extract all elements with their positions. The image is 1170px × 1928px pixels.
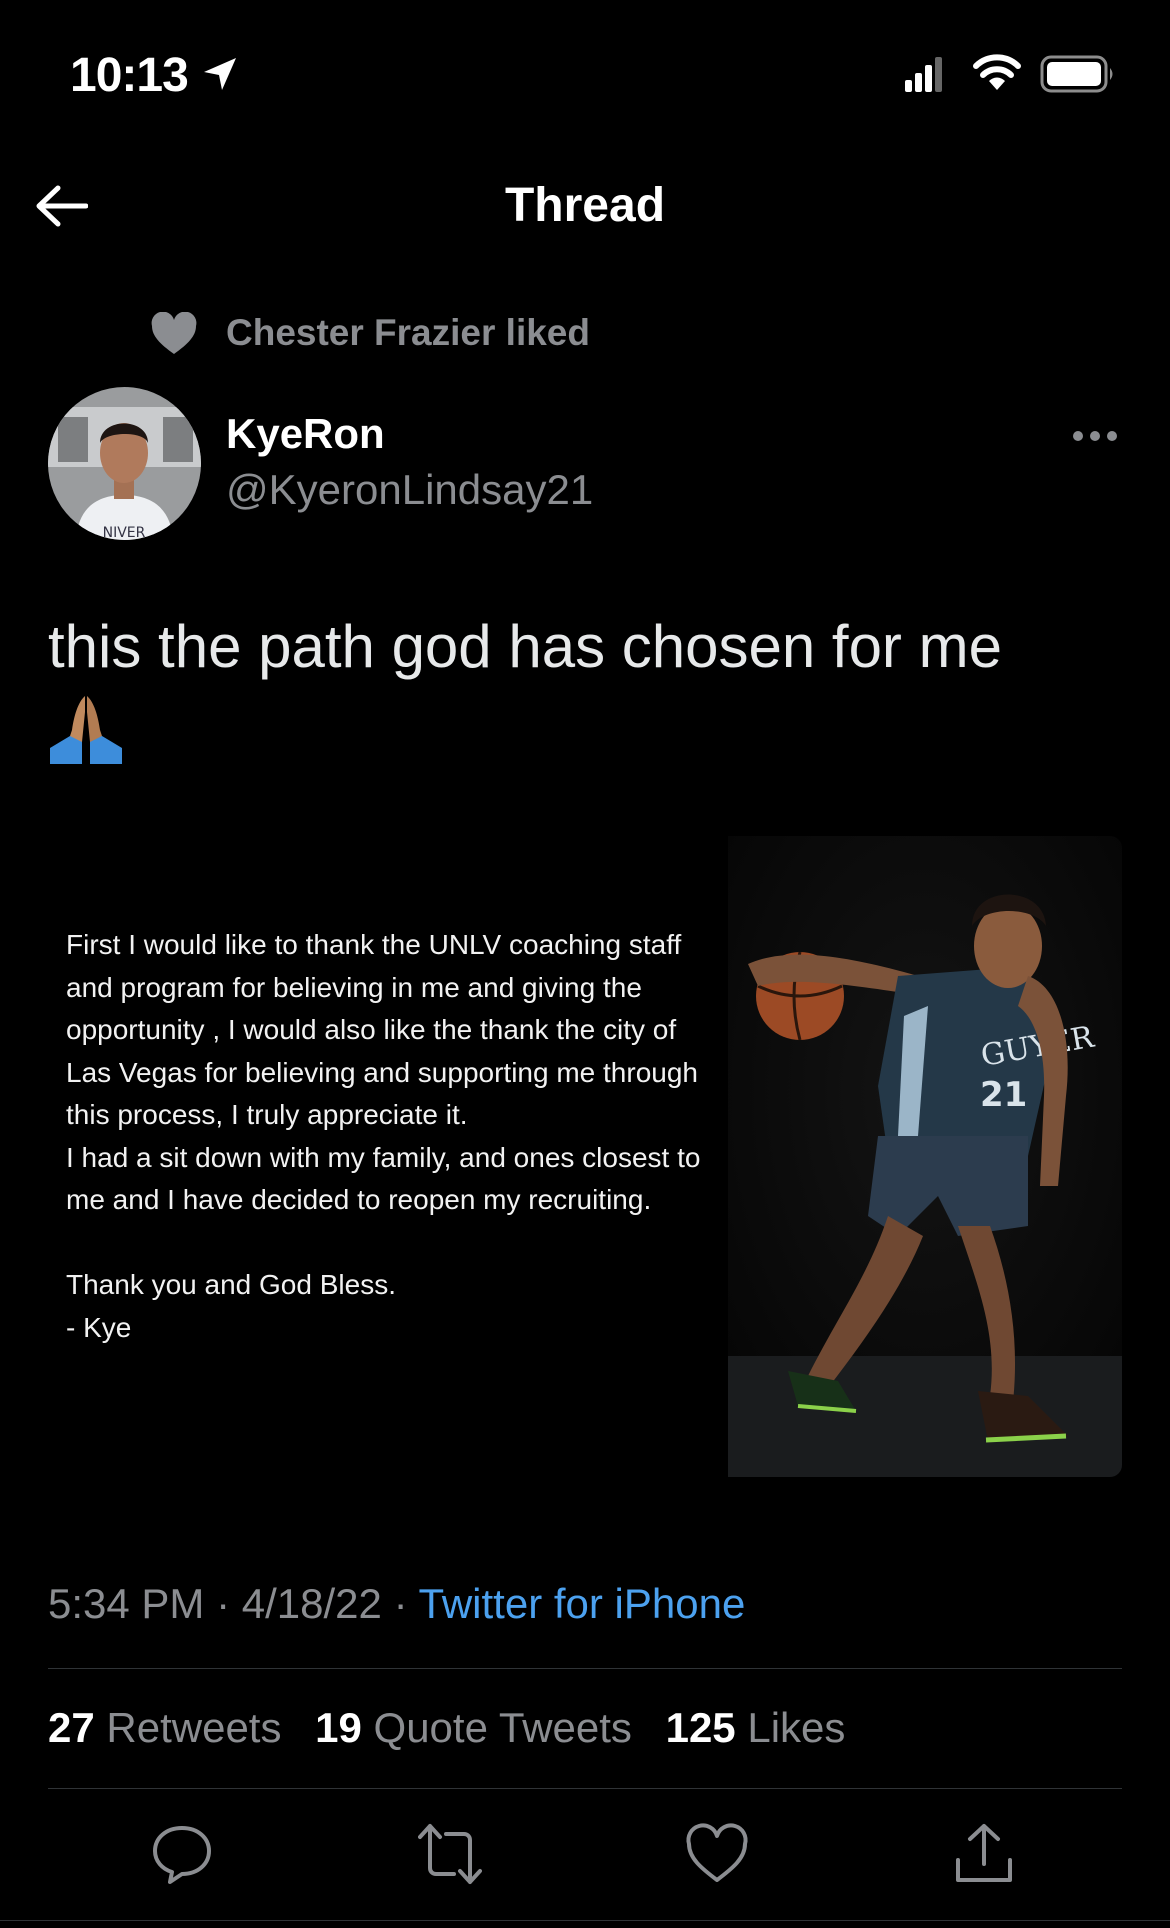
location-arrow-icon <box>204 58 236 90</box>
tweet-text: this the path god has chosen for me <box>48 613 1002 680</box>
tweet-source-link[interactable]: Twitter for iPhone <box>419 1580 746 1627</box>
more-icon[interactable] <box>1072 430 1118 442</box>
retweets-stat[interactable]: 27 Retweets <box>48 1704 281 1751</box>
svg-text:NIVER: NIVER <box>103 525 146 540</box>
status-time: 10:13 <box>70 49 189 102</box>
statement-paragraph: I had a sit down with my family, and one… <box>66 1141 701 1216</box>
avatar[interactable]: NIVER <box>48 387 201 540</box>
tweet-date[interactable]: 4/18/22 <box>242 1580 382 1627</box>
statement-paragraph: - Kye <box>66 1311 132 1343</box>
retweet-icon[interactable] <box>418 1822 482 1886</box>
statement-paragraph: First I would like to thank the UNLV coa… <box>66 929 698 1130</box>
author-name[interactable]: KyeRon <box>226 410 385 458</box>
social-context-label[interactable]: Chester Frazier liked <box>226 312 590 354</box>
like-icon[interactable] <box>685 1822 749 1886</box>
quote-tweets-count: 19 <box>315 1704 362 1751</box>
divider <box>48 1668 1122 1669</box>
player-photo: GUYER 21 <box>728 836 1122 1477</box>
wifi-icon <box>973 54 1021 90</box>
heart-icon <box>151 312 197 354</box>
quote-tweets-label: Quote Tweets <box>373 1704 632 1751</box>
quote-tweets-stat[interactable]: 19 Quote Tweets <box>315 1704 632 1751</box>
divider <box>48 1788 1122 1789</box>
tweet-time[interactable]: 5:34 PM <box>48 1580 204 1627</box>
page-title: Thread <box>504 179 666 232</box>
pray-emoji <box>50 696 122 764</box>
battery-icon <box>1040 55 1113 93</box>
meta-separator: · <box>216 1580 231 1627</box>
statement-paragraph: Thank you and God Bless. <box>66 1269 396 1300</box>
tweet-meta: 5:34 PM · 4/18/22 · Twitter for iPhone <box>48 1580 745 1628</box>
divider <box>0 1920 1170 1921</box>
cellular-signal-icon <box>905 57 942 92</box>
avatar-photo: NIVER <box>48 387 201 540</box>
likes-count: 125 <box>665 1704 736 1751</box>
retweets-label: Retweets <box>106 1704 282 1751</box>
reply-icon[interactable] <box>150 1822 214 1886</box>
engagement-stats: 27 Retweets 19 Quote Tweets 125 Likes <box>48 1704 867 1752</box>
statement-paragraph <box>66 1222 726 1265</box>
meta-separator: · <box>393 1580 408 1627</box>
tweet-media[interactable]: First I would like to thank the UNLV coa… <box>48 836 1122 1477</box>
author-handle[interactable]: @KyeronLindsay21 <box>226 466 593 514</box>
svg-text:21: 21 <box>980 1075 1027 1115</box>
likes-label: Likes <box>747 1704 846 1751</box>
statement-text: First I would like to thank the UNLV coa… <box>66 924 726 1349</box>
retweets-count: 27 <box>48 1704 95 1751</box>
likes-stat[interactable]: 125 Likes <box>666 1704 846 1751</box>
share-icon[interactable] <box>952 1822 1016 1886</box>
